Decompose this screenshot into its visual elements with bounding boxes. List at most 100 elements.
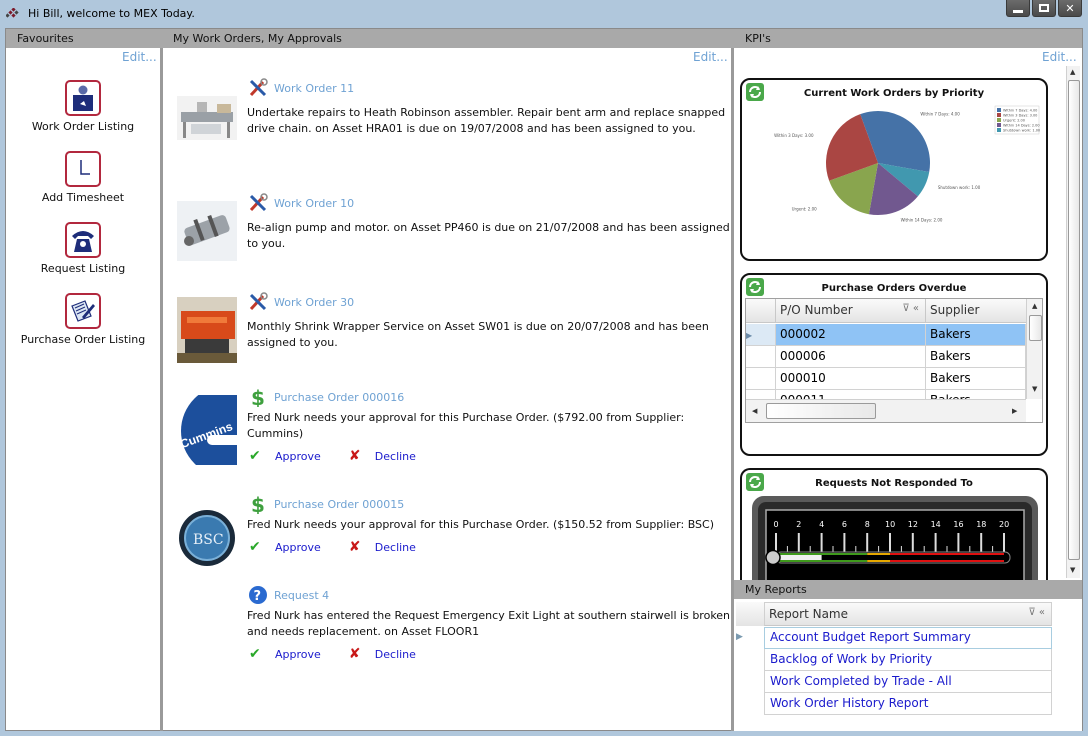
- filter-collapse-icons[interactable]: ⊽ «: [902, 303, 919, 314]
- favourite-work-order-listing[interactable]: Work Order Listing: [6, 80, 160, 133]
- row-header-column: [746, 299, 776, 323]
- pie-data-label: Within 7 Days: 4.00: [920, 112, 960, 117]
- feed-item-title-link[interactable]: Purchase Order 000015: [274, 498, 404, 511]
- scroll-left-icon[interactable]: ◀: [752, 407, 757, 415]
- kpi-scrollbar-thumb[interactable]: [1068, 80, 1080, 560]
- column-header-label: P/O Number: [780, 303, 853, 317]
- x-icon: ✘: [348, 539, 361, 555]
- legend-swatch: [997, 108, 1001, 112]
- report-link[interactable]: Backlog of Work by Priority: [770, 652, 932, 666]
- supplier-cell[interactable]: Bakers: [926, 324, 1026, 346]
- gauge-tick-label: 6: [842, 520, 847, 529]
- minimize-button[interactable]: [1006, 0, 1030, 17]
- kpi-scrollbar[interactable]: ▲ ▼: [1066, 66, 1080, 578]
- report-link[interactable]: Account Budget Report Summary: [770, 630, 971, 644]
- po-number-cell[interactable]: 000002: [776, 324, 926, 346]
- gauge-tick-label: 4: [819, 520, 824, 529]
- supplier-logo: BSC: [177, 506, 237, 566]
- favourites-header-label: Favourites: [17, 32, 74, 45]
- feed-item-text: Undertake repairs to Heath Robinson asse…: [247, 106, 726, 135]
- gauge-major-tick: [775, 533, 777, 553]
- feed-item-title-link[interactable]: Work Order 30: [274, 296, 354, 309]
- favourite-add-timesheet[interactable]: Add Timesheet: [6, 151, 160, 204]
- gauge-major-tick: [980, 533, 983, 553]
- approve-label: Approve: [275, 449, 321, 463]
- report-link[interactable]: Work Order History Report: [770, 696, 928, 710]
- svg-text:BSC: BSC: [193, 532, 224, 548]
- approve-button[interactable]: ✔ Approve: [249, 539, 321, 555]
- filter-collapse-icons[interactable]: ⊽ «: [1028, 607, 1045, 618]
- favourite-request-listing[interactable]: Request Listing: [6, 222, 160, 275]
- pie-chart: Within 7 Days: 4.00Shutdown work: 1.00Wi…: [774, 105, 1040, 222]
- scroll-right-icon[interactable]: ▶: [1012, 407, 1017, 415]
- favourite-purchase-order-listing[interactable]: Purchase Order Listing: [6, 293, 160, 346]
- feed-item-title-link[interactable]: Work Order 10: [274, 197, 354, 210]
- svg-text:?: ?: [254, 589, 262, 604]
- gauge-range-bottom: [867, 560, 890, 562]
- feed-item-title-link[interactable]: Work Order 11: [274, 82, 354, 95]
- favourites-edit-link[interactable]: Edit...: [122, 50, 157, 64]
- po-grid-scroll-thumb[interactable]: [1029, 315, 1042, 341]
- report-link[interactable]: Work Completed by Trade - All: [770, 674, 952, 688]
- approve-button[interactable]: ✔ Approve: [249, 448, 321, 464]
- feed-item-title-link[interactable]: Request 4: [274, 589, 329, 602]
- asset-thumbnail: [177, 96, 237, 140]
- decline-button[interactable]: ✘ Decline: [349, 646, 416, 662]
- column-header-label: Report Name: [769, 607, 848, 621]
- po-overdue-title: Purchase Orders Overdue: [821, 283, 967, 294]
- gauge-major-tick: [820, 533, 823, 553]
- close-icon: ✕: [1065, 1, 1075, 15]
- po-grid-horizontal-scrollbar[interactable]: ◀ ▶: [746, 399, 1026, 422]
- decline-button[interactable]: ✘ Decline: [349, 539, 416, 555]
- close-button[interactable]: ✕: [1058, 0, 1082, 17]
- legend-label: Urgent: 2.00: [1003, 119, 1025, 123]
- decline-label: Decline: [374, 449, 416, 463]
- row-indicator[interactable]: [746, 346, 776, 368]
- scroll-up-icon[interactable]: ▲: [1070, 68, 1075, 76]
- po-grid-vertical-scrollbar[interactable]: ▲ ▼: [1026, 299, 1042, 399]
- favourite-label: Add Timesheet: [41, 191, 125, 204]
- row-indicator[interactable]: [746, 368, 776, 390]
- feed-item-title-link[interactable]: Purchase Order 000016: [274, 391, 404, 404]
- approve-button[interactable]: ✔ Approve: [249, 646, 321, 662]
- po-number-cell[interactable]: 000010: [776, 368, 926, 390]
- kpi-header-label: KPI's: [745, 32, 771, 45]
- column-header-po-number[interactable]: P/O Number ⊽ «: [776, 299, 926, 323]
- gauge-tick-label: 10: [885, 520, 895, 529]
- wrench-screwdriver-icon: [249, 78, 268, 97]
- minimize-icon: [1013, 9, 1023, 13]
- current-row-indicator-icon: ▶: [736, 632, 743, 642]
- scroll-down-icon[interactable]: ▼: [1070, 566, 1075, 574]
- gauge-major-tick: [911, 533, 914, 553]
- decline-button[interactable]: ✘ Decline: [349, 448, 416, 464]
- checkmark-icon: ✔: [249, 646, 261, 662]
- supplier-cell[interactable]: Bakers: [926, 368, 1026, 390]
- po-number-cell[interactable]: 000006: [776, 346, 926, 368]
- po-grid-hscroll-thumb[interactable]: [766, 403, 876, 419]
- pie-data-label: Urgent: 2.00: [792, 206, 818, 211]
- pie-data-label: Within 14 Days: 2.00: [901, 217, 943, 222]
- favourites-header: Favourites: [6, 29, 162, 48]
- question-icon: ?: [249, 586, 267, 604]
- scroll-up-icon[interactable]: ▲: [1032, 302, 1037, 310]
- favourite-label: Purchase Order Listing: [20, 333, 146, 346]
- scroll-down-icon[interactable]: ▼: [1032, 385, 1037, 393]
- supplier-cell[interactable]: Bakers: [926, 346, 1026, 368]
- gauge-major-tick: [957, 533, 960, 553]
- kpi-edit-link[interactable]: Edit...: [1042, 50, 1077, 64]
- document-pen-icon: [65, 293, 101, 329]
- column-header-supplier[interactable]: Supplier: [926, 299, 1026, 323]
- gauge-value-bar: [776, 555, 822, 560]
- dollar-icon: $: [251, 387, 265, 407]
- column-header-report-name[interactable]: Report Name ⊽ «: [764, 602, 1052, 626]
- asset-thumbnail: [177, 201, 237, 261]
- gauge-range-top: [867, 553, 890, 555]
- favourites-divider[interactable]: [160, 48, 163, 731]
- kpi-card-work-orders-by-priority: Current Work Orders by Priority Within 7…: [740, 78, 1048, 261]
- current-row-indicator-icon: ▶: [746, 331, 753, 340]
- work-order-person-icon: [65, 80, 101, 116]
- feed-item-text: Monthly Shrink Wrapper Service on Asset …: [247, 320, 709, 349]
- pie-data-label: Within 3 Days: 3.00: [774, 133, 814, 138]
- maximize-button[interactable]: [1032, 0, 1056, 17]
- row-indicator[interactable]: ▶: [746, 324, 776, 346]
